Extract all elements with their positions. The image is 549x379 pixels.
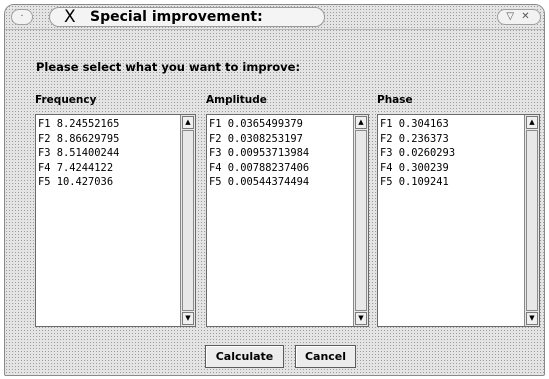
amplitude-label: Amplitude xyxy=(206,94,267,106)
window-menu-button[interactable]: · xyxy=(11,9,33,25)
list-item[interactable]: F3 0.0260293 xyxy=(380,146,523,161)
frequency-list[interactable]: F1 8.24552165 F2 8.86629795 F3 8.5140024… xyxy=(35,114,196,327)
amplitude-list[interactable]: F1 0.0365499379 F2 0.0308253197 F3 0.009… xyxy=(206,114,369,327)
list-item[interactable]: F3 8.51400244 xyxy=(38,146,179,161)
title-bar[interactable]: · X Special improvement: ▽ ✕ xyxy=(5,5,544,30)
window-controls[interactable]: ▽ ✕ xyxy=(497,9,541,25)
window-title: Special improvement: xyxy=(90,9,263,25)
x-logo-icon: X xyxy=(64,7,76,27)
scroll-down-arrow-icon[interactable]: ▼ xyxy=(355,312,367,325)
menu-dot-icon: · xyxy=(20,11,24,22)
list-item[interactable]: F1 8.24552165 xyxy=(38,117,179,132)
list-item[interactable]: F4 0.300239 xyxy=(380,161,523,176)
frequency-label: Frequency xyxy=(35,94,97,106)
list-item[interactable]: F2 0.0308253197 xyxy=(209,132,352,147)
minimize-close-icon: ▽ ✕ xyxy=(506,11,532,22)
list-item[interactable]: F3 0.00953713984 xyxy=(209,146,352,161)
scroll-down-arrow-icon[interactable]: ▼ xyxy=(526,312,538,325)
amplitude-scrollbar[interactable]: ▲ ▼ xyxy=(353,115,368,326)
scroll-down-arrow-icon[interactable]: ▼ xyxy=(182,312,194,325)
instruction-label: Please select what you want to improve: xyxy=(36,60,301,74)
list-item[interactable]: F2 8.86629795 xyxy=(38,132,179,147)
title-tab[interactable]: X Special improvement: xyxy=(49,7,325,27)
phase-scrollbar[interactable]: ▲ ▼ xyxy=(524,115,539,326)
scroll-up-arrow-icon[interactable]: ▲ xyxy=(355,116,367,129)
scroll-up-arrow-icon[interactable]: ▲ xyxy=(182,116,194,129)
scroll-thumb[interactable] xyxy=(182,130,194,311)
list-item[interactable]: F4 7.4244122 xyxy=(38,161,179,176)
list-item[interactable]: F4 0.00788237406 xyxy=(209,161,352,176)
scroll-thumb[interactable] xyxy=(355,130,367,311)
dialog-window: · X Special improvement: ▽ ✕ Please sele… xyxy=(4,4,545,376)
scroll-up-arrow-icon[interactable]: ▲ xyxy=(526,116,538,129)
list-item[interactable]: F5 0.109241 xyxy=(380,175,523,190)
scroll-thumb[interactable] xyxy=(526,130,538,311)
list-item[interactable]: F5 10.427036 xyxy=(38,175,179,190)
list-item[interactable]: F2 0.236373 xyxy=(380,132,523,147)
amplitude-items: F1 0.0365499379 F2 0.0308253197 F3 0.009… xyxy=(209,117,352,190)
phase-label: Phase xyxy=(377,94,413,106)
list-item[interactable]: F1 0.304163 xyxy=(380,117,523,132)
cancel-button[interactable]: Cancel xyxy=(295,345,356,368)
list-item[interactable]: F5 0.00544374494 xyxy=(209,175,352,190)
phase-items: F1 0.304163 F2 0.236373 F3 0.0260293 F4 … xyxy=(380,117,523,190)
frequency-scrollbar[interactable]: ▲ ▼ xyxy=(180,115,195,326)
frequency-items: F1 8.24552165 F2 8.86629795 F3 8.5140024… xyxy=(38,117,179,190)
list-item[interactable]: F1 0.0365499379 xyxy=(209,117,352,132)
phase-list[interactable]: F1 0.304163 F2 0.236373 F3 0.0260293 F4 … xyxy=(377,114,540,327)
calculate-button[interactable]: Calculate xyxy=(205,345,284,368)
